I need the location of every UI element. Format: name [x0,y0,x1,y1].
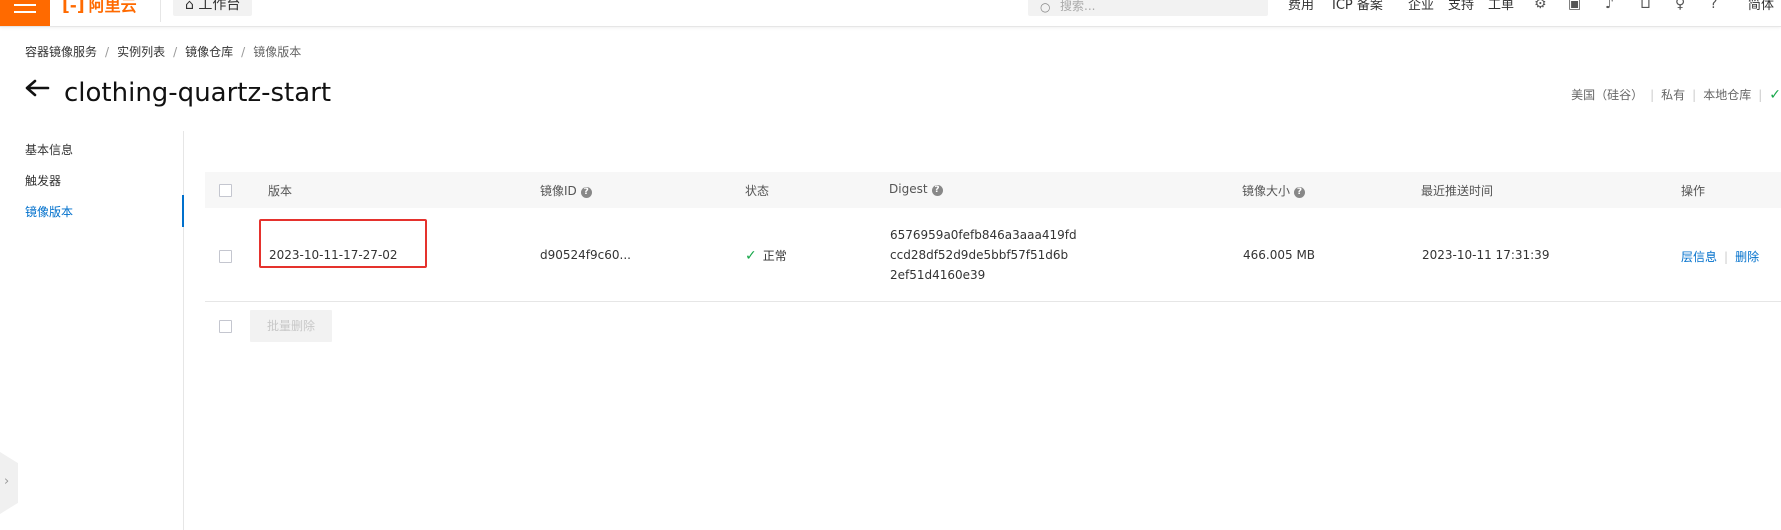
select-all-checkbox[interactable] [219,184,232,197]
bell-icon[interactable]: ♪ [1605,0,1614,12]
nav-fees[interactable]: 费用 [1288,0,1314,13]
visibility-label: 私有 [1661,88,1686,102]
language-switch[interactable]: 简体 [1748,0,1774,13]
col-digest: Digest? [889,182,943,196]
batch-delete-button[interactable]: 批量删除 [250,310,332,342]
brand-logo[interactable]: [-] 阿里云 [62,0,137,16]
image-icon[interactable]: ▣ [1568,0,1581,12]
page-title: clothing-quartz-start [64,78,332,108]
check-icon: ✓ [1769,87,1781,103]
row-checkbox[interactable] [219,250,232,263]
help-icon[interactable]: ? [931,185,943,196]
nav-item-basic-info[interactable]: 基本信息 [25,141,73,158]
col-status: 状态 [745,184,770,198]
divider [160,0,161,22]
col-version: 版本 [268,184,293,198]
bulb-icon[interactable]: ♀ [1675,0,1685,12]
table-header: 版本 镜像ID? 状态 Digest? 镜像大小? 最近推送时间 操作 [205,172,1781,208]
cell-digest-line: 2ef51d4160e39 [890,268,986,282]
search-icon: ○ [1040,0,1051,14]
breadcrumb-item[interactable]: 容器镜像服务 [25,45,97,59]
table-row: 2023-10-11-17-27-02 d90524f9c60... ✓ 正常 6… [205,208,1781,302]
side-nav: 基本信息 触发器 镜像版本 [0,131,184,530]
help-icon[interactable]: ? [1710,0,1717,12]
hamburger-menu-icon[interactable] [0,0,50,26]
nav-active-indicator [182,195,184,227]
breadcrumb: 容器镜像服务 / 实例列表 / 镜像仓库 / 镜像版本 [25,45,302,59]
region-label: 美国（硅谷） [1571,88,1644,102]
terminal-icon[interactable]: ⚙ [1534,0,1547,12]
footer-select-all-checkbox[interactable] [219,320,232,333]
nav-icp[interactable]: ICP 备案 [1332,0,1383,13]
aliyun-logo-icon: [-] [62,0,85,16]
cell-image-id: d90524f9c60... [540,248,631,262]
chevron-right-icon: › [4,474,10,489]
home-icon: ⌂ [185,0,194,13]
cell-version: 2023-10-11-17-27-02 [269,248,398,262]
delete-link[interactable]: 删除 [1735,250,1759,264]
nav-item-image-versions[interactable]: 镜像版本 [25,203,73,220]
cell-actions: 层信息 | 删除 [1681,250,1760,264]
col-image-id: 镜像ID? [540,182,592,199]
check-circle-icon: ✓ [745,248,757,264]
cart-icon[interactable]: ⊔ [1640,0,1651,12]
help-icon[interactable]: ? [1294,187,1306,198]
help-icon[interactable]: ? [580,187,592,198]
cell-digest-line: 6576959a0fefb846a3aaa419fd [890,228,1077,242]
cell-last-push: 2023-10-11 17:31:39 [1422,248,1550,262]
source-label: 本地仓库 [1703,88,1752,102]
col-last-push: 最近推送时间 [1421,184,1494,198]
col-size: 镜像大小? [1242,182,1306,199]
cell-digest-line: ccd28df52d9de5bbf57f51d6b [890,248,1069,262]
cell-size: 466.005 MB [1243,248,1316,262]
back-arrow-icon[interactable] [24,78,50,98]
breadcrumb-current: 镜像版本 [253,45,302,59]
repo-meta: 美国（硅谷） | 私有 | 本地仓库 | ✓ [1571,87,1781,103]
breadcrumb-item[interactable]: 镜像仓库 [185,45,233,59]
layer-info-link[interactable]: 层信息 [1681,250,1717,264]
nav-support[interactable]: 支持 [1448,0,1474,13]
nav-item-triggers[interactable]: 触发器 [25,172,61,189]
cell-status: ✓ 正常 [745,248,787,264]
col-actions: 操作 [1681,184,1706,198]
workbench-button[interactable]: ⌂ 工作台 [173,0,253,16]
search-input[interactable]: ○ 搜索... [1028,0,1268,16]
nav-ticket[interactable]: 工单 [1488,0,1514,13]
top-bar: [-] 阿里云 ⌂ 工作台 ○ 搜索... 费用 ICP 备案 企业 支持 工单 … [0,0,1781,27]
breadcrumb-item[interactable]: 实例列表 [117,45,165,59]
nav-enterprise[interactable]: 企业 [1408,0,1434,13]
